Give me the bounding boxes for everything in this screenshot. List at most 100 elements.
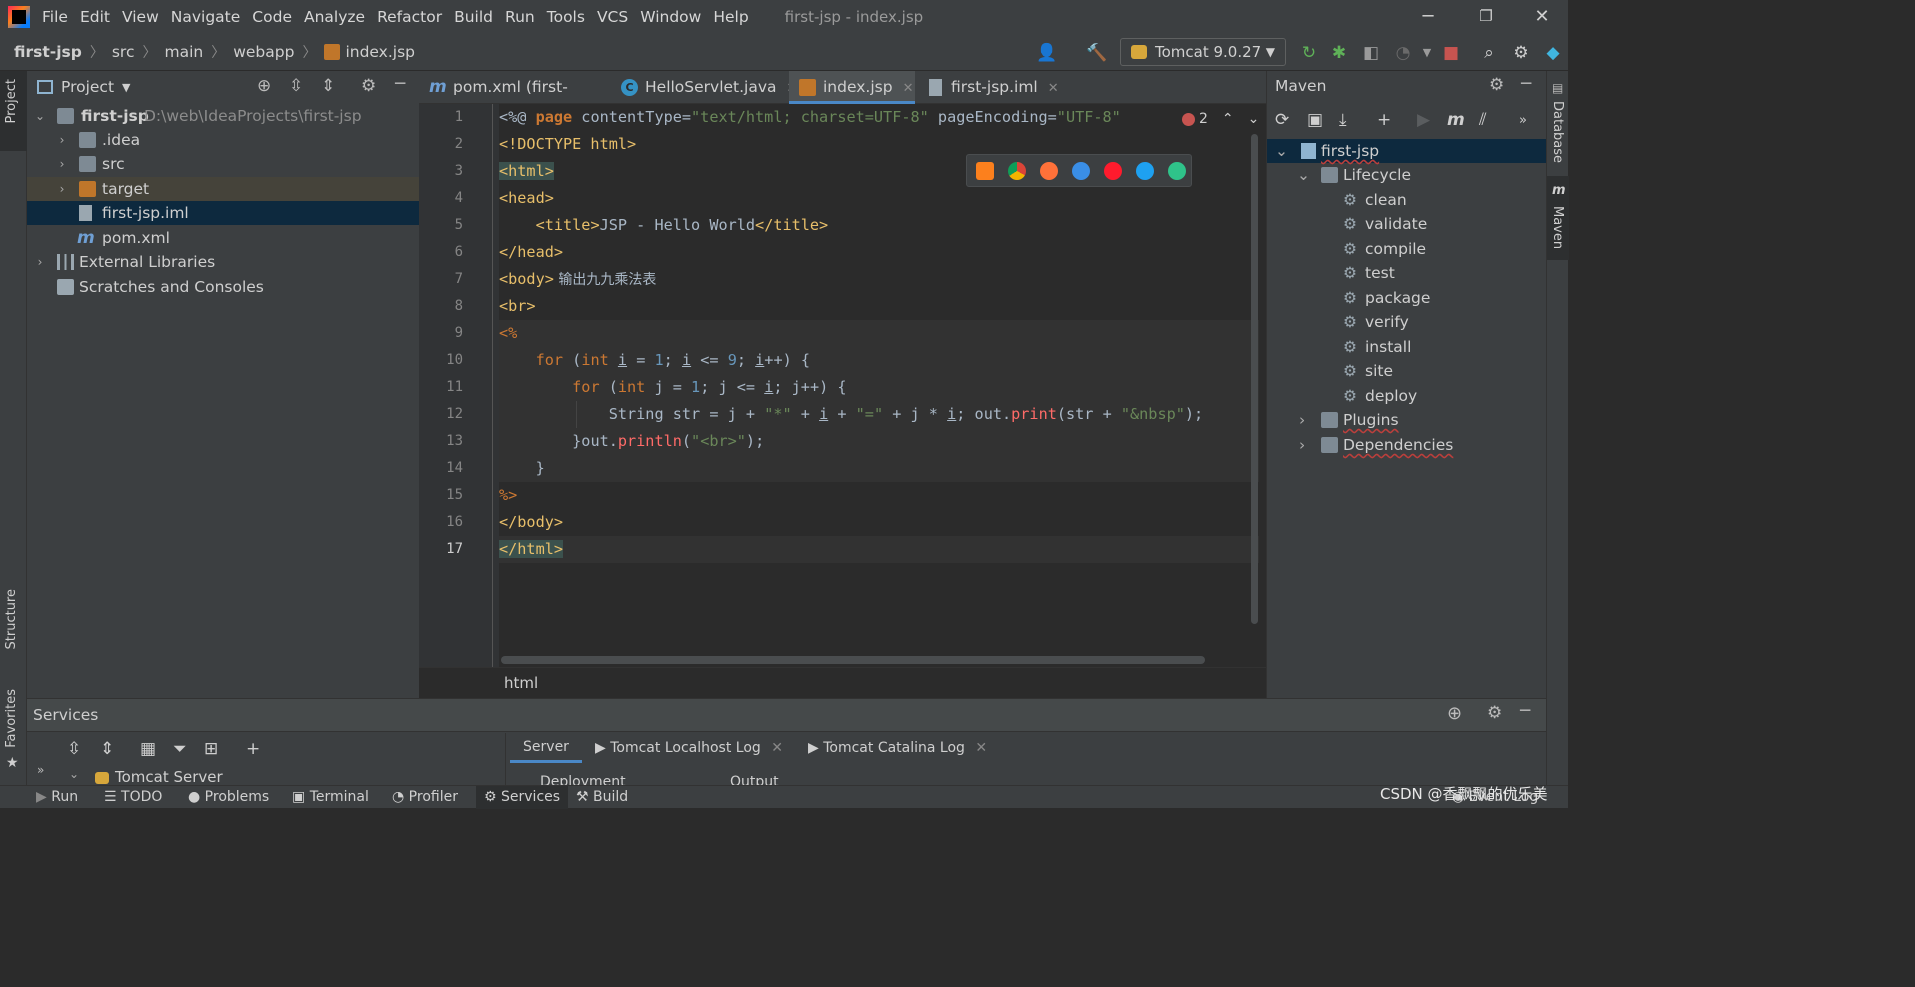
menu-navigate[interactable]: Navigate (171, 8, 241, 26)
safari-icon[interactable] (1072, 162, 1090, 180)
menu-run[interactable]: Run (505, 8, 535, 26)
edge-icon[interactable] (1168, 162, 1186, 180)
gear-icon[interactable]: ⚙ (1510, 42, 1532, 64)
menu-analyze[interactable]: Analyze (304, 8, 365, 26)
side-tab-maven[interactable]: Maven (1550, 206, 1565, 249)
firefox-icon[interactable] (1040, 162, 1058, 180)
chevron-right-icon[interactable]: › (1299, 408, 1305, 432)
menu-edit[interactable]: Edit (80, 8, 110, 26)
close-tab-icon[interactable]: ✕ (771, 740, 783, 756)
maven-goal-clean[interactable]: ⚙ clean (1267, 188, 1547, 212)
opera-icon[interactable] (1104, 162, 1122, 180)
tab-first-jsp-iml[interactable]: first-jsp.iml ✕ (917, 71, 1077, 104)
code-editor[interactable]: <%@ page contentType="text/html; charset… (499, 104, 1259, 667)
menu-vcs[interactable]: VCS (597, 8, 628, 26)
maven-lifecycle[interactable]: ⌄ Lifecycle (1267, 163, 1547, 187)
hide-panel-icon[interactable]: ─ (1521, 74, 1531, 94)
menu-refactor[interactable]: Refactor (377, 8, 442, 26)
inspection-widget[interactable]: 2 ⌃ ⌄ (1172, 108, 1260, 130)
stop-icon[interactable]: ■ (1440, 42, 1462, 64)
chevron-right-icon[interactable]: › (33, 250, 47, 274)
download-icon[interactable]: ⤓ (1339, 110, 1377, 130)
tool-terminal[interactable]: ▣ Terminal (292, 786, 369, 809)
expand-all-icon[interactable]: ⇳ (67, 739, 100, 759)
gear-icon[interactable]: ⚙ (1487, 703, 1502, 723)
debug-icon[interactable]: ✱ (1328, 42, 1350, 64)
user-icon[interactable]: 👤 (1036, 42, 1058, 64)
rerun-icon[interactable]: ↻ (1298, 42, 1320, 64)
tree-item-target[interactable]: › target (27, 177, 419, 201)
breadcrumb-webapp[interactable]: webapp (233, 43, 294, 61)
editor-context-tag[interactable]: html (504, 674, 538, 692)
group-by-icon[interactable]: ▦ (140, 739, 173, 759)
chevron-right-icon[interactable]: › (55, 128, 69, 152)
breadcrumb-main[interactable]: main (164, 43, 203, 61)
profile-icon[interactable]: ◔ (1392, 42, 1414, 64)
more-icon[interactable]: » (37, 763, 44, 777)
menu-file[interactable]: File (42, 8, 68, 26)
menu-view[interactable]: View (122, 8, 159, 26)
service-tab-server[interactable]: Server (510, 737, 582, 763)
chevron-down-icon[interactable]: ▼ (1416, 42, 1438, 64)
locate-icon[interactable]: ⊕ (1447, 703, 1462, 724)
maven-dependencies[interactable]: › Dependencies (1267, 433, 1547, 457)
tab-pom-xml[interactable]: m pom.xml (first-jsp)✕ (419, 71, 609, 129)
menu-window[interactable]: Window (640, 8, 701, 26)
tree-item-external-libraries[interactable]: › External Libraries (27, 250, 419, 274)
maven-project[interactable]: ⌄ first-jsp (1267, 139, 1547, 163)
maven-goal-install[interactable]: ⚙ install (1267, 335, 1547, 359)
tree-item-src[interactable]: › src (27, 152, 419, 176)
tree-root[interactable]: ⌄ first-jsp D:\web\IdeaProjects\first-js… (27, 104, 419, 128)
new-tab-icon[interactable]: ⊞ (204, 739, 246, 759)
tool-problems[interactable]: ● Problems (188, 786, 269, 809)
tree-item-pom[interactable]: m pom.xml (27, 226, 419, 250)
side-tab-favorites[interactable]: Favorites (4, 689, 19, 748)
menu-tools[interactable]: Tools (547, 8, 585, 26)
restore-icon[interactable]: ❐ (1458, 0, 1514, 33)
maven-goal-site[interactable]: ⚙ site (1267, 359, 1547, 383)
previous-highlight-icon[interactable]: ⌃ (1222, 111, 1234, 127)
run-configuration-select[interactable]: Tomcat 9.0.27 ▼ (1120, 38, 1286, 66)
maven-goal-deploy[interactable]: ⚙ deploy (1267, 384, 1547, 408)
internet-explorer-icon[interactable] (1136, 162, 1154, 180)
collapse-all-icon[interactable]: ⇕ (100, 739, 140, 759)
close-window-icon[interactable]: ✕ (1514, 0, 1570, 33)
chevron-down-icon[interactable]: ⌄ (33, 104, 47, 128)
chevron-down-icon[interactable]: ⌄ (1275, 139, 1288, 163)
gear-icon[interactable]: ⚙ (361, 76, 376, 96)
execute-goal-icon[interactable]: m (1447, 110, 1479, 130)
add-service-icon[interactable]: + (246, 739, 276, 759)
collapse-all-icon[interactable]: ⇕ (321, 76, 335, 96)
maven-plugins[interactable]: › Plugins (1267, 408, 1547, 432)
more-icon[interactable]: » (1519, 113, 1527, 128)
side-tab-database[interactable]: Database (1550, 101, 1565, 163)
side-tab-structure[interactable]: Structure (4, 589, 19, 649)
chrome-icon[interactable] (1008, 162, 1026, 180)
breadcrumb-file[interactable]: index.jsp (345, 43, 415, 61)
breadcrumb-project[interactable]: first-jsp (14, 43, 82, 61)
maven-goal-test[interactable]: ⚙ test (1267, 261, 1547, 285)
maven-goal-package[interactable]: ⚙ package (1267, 286, 1547, 310)
hide-panel-icon[interactable]: ─ (1520, 701, 1530, 721)
next-highlight-icon[interactable]: ⌄ (1248, 111, 1260, 127)
service-tab-catalina-log[interactable]: ▶ Tomcat Catalina Log ✕ (808, 740, 987, 756)
filter-icon[interactable]: ⏷ (173, 739, 204, 759)
locate-icon[interactable]: ⊕ (257, 76, 271, 96)
tree-item-iml[interactable]: first-jsp.iml (27, 201, 419, 225)
breadcrumb-src[interactable]: src (112, 43, 135, 61)
tool-run[interactable]: ▶ Run (36, 786, 78, 809)
minimize-icon[interactable]: ─ (1400, 0, 1456, 33)
toggle-offline-icon[interactable]: ⫽ (1479, 110, 1519, 130)
tab-index-jsp[interactable]: index.jsp ✕ (789, 71, 915, 104)
tool-profiler[interactable]: ◔ Profiler (392, 786, 458, 809)
tree-item-idea[interactable]: › .idea (27, 128, 419, 152)
plugin-icon[interactable]: ◆ (1542, 42, 1564, 64)
expand-all-icon[interactable]: ⇳ (289, 76, 303, 96)
close-tab-icon[interactable]: ✕ (975, 740, 987, 756)
vertical-scrollbar[interactable] (1251, 134, 1258, 624)
horizontal-scrollbar[interactable] (501, 656, 1205, 664)
chevron-down-icon[interactable]: ▼ (122, 81, 130, 94)
tool-build[interactable]: ⚒ Build (576, 786, 628, 809)
close-tab-icon[interactable]: ✕ (1048, 81, 1059, 96)
menu-help[interactable]: Help (713, 8, 748, 26)
